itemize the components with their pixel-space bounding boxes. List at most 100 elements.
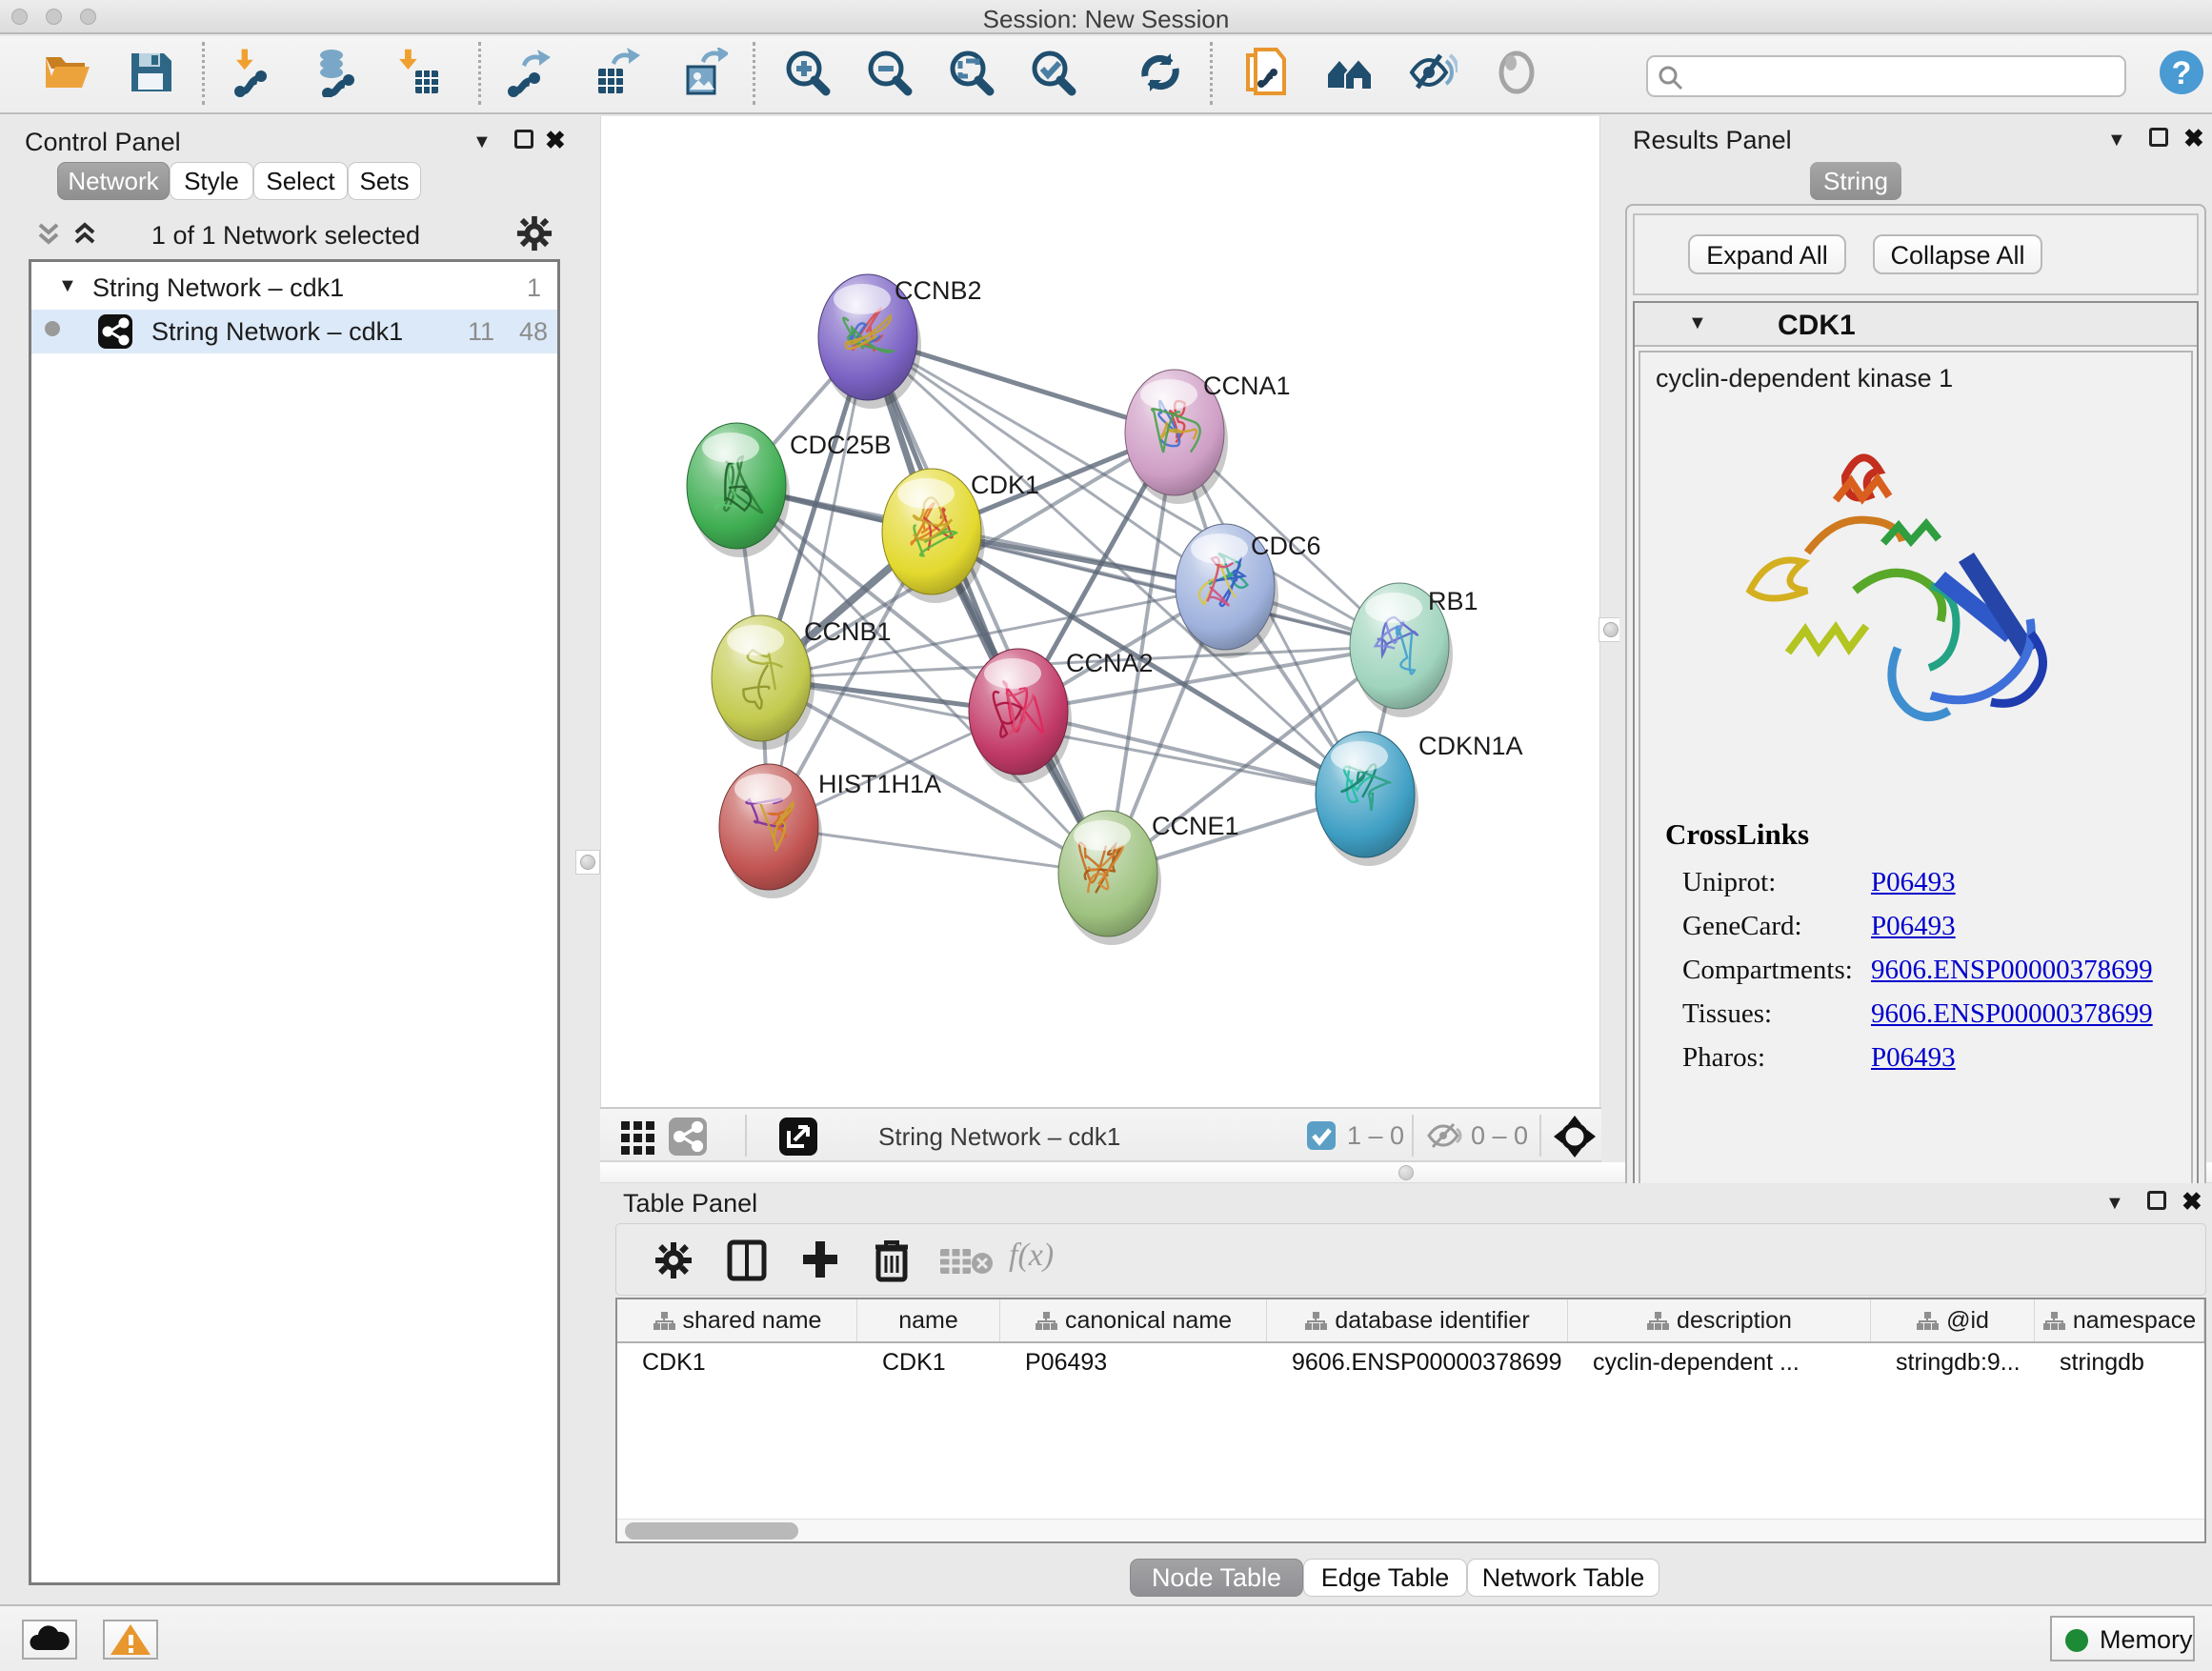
import-network-icon[interactable] [229, 48, 278, 97]
export-network-icon[interactable] [505, 48, 554, 97]
network-node[interactable]: CCNE1 [1058, 811, 1239, 945]
left-splitter-handle[interactable] [575, 850, 600, 875]
search-field[interactable] [1646, 55, 2126, 97]
refresh-icon[interactable] [1136, 48, 1185, 97]
expand-all-icon[interactable] [70, 219, 99, 248]
table-cell[interactable]: stringdb [2035, 1343, 2204, 1383]
tab-style[interactable]: Style [170, 162, 253, 200]
delete-column-icon[interactable] [872, 1238, 912, 1283]
node-label: HIST1H1A [818, 770, 941, 798]
crosslink-value[interactable]: P06493 [1871, 911, 1956, 942]
results-panel-menu-icon[interactable]: ▼ [2107, 130, 2126, 151]
results-panel-close-icon[interactable]: ✖ [2183, 124, 2204, 153]
tab-network[interactable]: Network [57, 162, 170, 200]
crosslink-value[interactable]: 9606.ENSP00000378699 [1871, 998, 2153, 1030]
level-of-detail-icon[interactable] [1492, 48, 1541, 97]
network-canvas[interactable]: CCNB2CCNA1CDC25BCDK1CDC6RB1CCNB1CCNA2CDK… [600, 116, 1600, 1107]
table-gear-icon[interactable] [654, 1241, 693, 1279]
network-graph[interactable]: CCNB2CCNA1CDC25BCDK1CDC6RB1CCNB1CCNA2CDK… [601, 116, 1599, 1105]
table-header-row[interactable]: shared namenamecanonical namedatabase id… [617, 1299, 2204, 1343]
zoom-selected-icon[interactable] [1029, 48, 1078, 97]
cloud-button[interactable] [22, 1620, 77, 1660]
expand-all-button[interactable]: Expand All [1688, 234, 1846, 274]
table-cell[interactable]: stringdb:9... [1871, 1343, 2035, 1383]
share-document-icon[interactable] [1242, 48, 1292, 97]
home-pages-icon[interactable] [1324, 48, 1374, 97]
network-node[interactable]: CCNA1 [1125, 370, 1291, 504]
open-session-icon[interactable] [42, 48, 91, 97]
network-edge[interactable] [769, 337, 868, 827]
function-builder-icon[interactable]: f(x) [1009, 1238, 1054, 1274]
tab-sets[interactable]: Sets [348, 162, 421, 200]
zoom-fit-icon[interactable] [947, 48, 996, 97]
table-panel-menu-icon[interactable]: ▼ [2105, 1193, 2124, 1215]
create-column-icon[interactable] [799, 1238, 841, 1281]
string-view-icon[interactable] [669, 1117, 707, 1156]
column-header[interactable]: @id [1871, 1299, 2035, 1341]
network-node[interactable]: HIST1H1A [719, 764, 941, 898]
memory-button[interactable]: Memory [2050, 1616, 2195, 1661]
gene-header[interactable]: ▼ CDK1 [1635, 303, 2197, 347]
export-image-icon[interactable] [678, 48, 728, 97]
crosslink-row: Pharos:P06493 [1682, 1037, 2178, 1080]
help-icon[interactable]: ? [2157, 48, 2206, 97]
tab-string[interactable]: String [1810, 162, 1901, 200]
table-hscrollbar-thumb[interactable] [625, 1522, 798, 1540]
export-table-icon[interactable] [591, 48, 640, 97]
control-panel-menu-icon[interactable]: ▼ [473, 131, 492, 153]
table-row[interactable]: CDK1CDK1P064939606.ENSP00000378699cyclin… [617, 1343, 2204, 1383]
network-node[interactable]: CDC25B [687, 423, 892, 557]
table-cell[interactable]: CDK1 [857, 1343, 1000, 1383]
search-input[interactable] [1692, 59, 2111, 93]
control-panel-float-icon[interactable] [514, 130, 533, 149]
save-session-icon[interactable] [126, 48, 175, 97]
gear-icon[interactable] [516, 215, 553, 252]
table-panel-float-icon[interactable] [2147, 1191, 2166, 1210]
table-cell[interactable]: cyclin-dependent ... [1568, 1343, 1871, 1383]
gene-expand-icon[interactable]: ▼ [1688, 312, 1707, 334]
zoom-out-icon[interactable] [865, 48, 915, 97]
netbar-separator [1412, 1115, 1414, 1157]
column-header[interactable]: description [1568, 1299, 1871, 1341]
column-header[interactable]: name [857, 1299, 1000, 1341]
selected-checkbox-icon[interactable] [1307, 1121, 1336, 1150]
crosslink-value[interactable]: P06493 [1871, 867, 1956, 898]
show-hide-graphics-icon[interactable] [1408, 48, 1458, 97]
grid-view-icon[interactable] [619, 1117, 657, 1156]
import-table-icon[interactable] [394, 48, 444, 97]
table-hscrollbar[interactable] [617, 1519, 2204, 1541]
crosslink-value[interactable]: 9606.ENSP00000378699 [1871, 955, 2153, 986]
delete-table-icon[interactable] [938, 1247, 994, 1276]
column-header[interactable]: canonical name [1000, 1299, 1267, 1341]
control-panel-close-icon[interactable]: ✖ [545, 126, 566, 155]
tab-node-table[interactable]: Node Table [1130, 1559, 1303, 1597]
tab-select[interactable]: Select [253, 162, 348, 200]
crosslink-value[interactable]: P06493 [1871, 1042, 1956, 1074]
zoom-in-icon[interactable] [783, 48, 833, 97]
import-database-icon[interactable] [311, 48, 360, 97]
warnings-button[interactable] [103, 1620, 158, 1660]
network-node[interactable]: CDKN1A [1316, 732, 1523, 866]
network-node[interactable]: RB1 [1350, 583, 1478, 717]
table-panel-close-icon[interactable]: ✖ [2182, 1187, 2202, 1217]
tab-network-table[interactable]: Network Table [1467, 1559, 1659, 1597]
collection-expand-icon[interactable]: ▼ [58, 275, 77, 297]
column-header[interactable]: namespace [2035, 1299, 2204, 1341]
table-cell[interactable]: CDK1 [617, 1343, 857, 1383]
network-node[interactable]: CDC6 [1176, 524, 1321, 658]
network-node[interactable]: CCNB1 [712, 615, 892, 750]
collapse-all-icon[interactable] [34, 219, 63, 248]
tab-edge-table[interactable]: Edge Table [1303, 1559, 1467, 1597]
collapse-all-button[interactable]: Collapse All [1873, 234, 2042, 274]
table-cell[interactable]: 9606.ENSP00000378699 [1267, 1343, 1568, 1383]
results-panel-float-icon[interactable] [2149, 128, 2168, 147]
table-cell[interactable]: P06493 [1000, 1343, 1267, 1383]
network-row[interactable]: String Network – cdk1 11 48 [31, 310, 557, 353]
column-header[interactable]: shared name [617, 1299, 857, 1341]
network-collection-row[interactable]: ▼ String Network – cdk1 1 [31, 268, 557, 310]
birdseye-crosshair-icon[interactable] [1553, 1115, 1597, 1158]
horizontal-splitter-handle[interactable] [1398, 1165, 1414, 1180]
column-header[interactable]: database identifier [1267, 1299, 1568, 1341]
detach-view-icon[interactable] [779, 1117, 817, 1156]
show-columns-icon[interactable] [727, 1239, 767, 1281]
